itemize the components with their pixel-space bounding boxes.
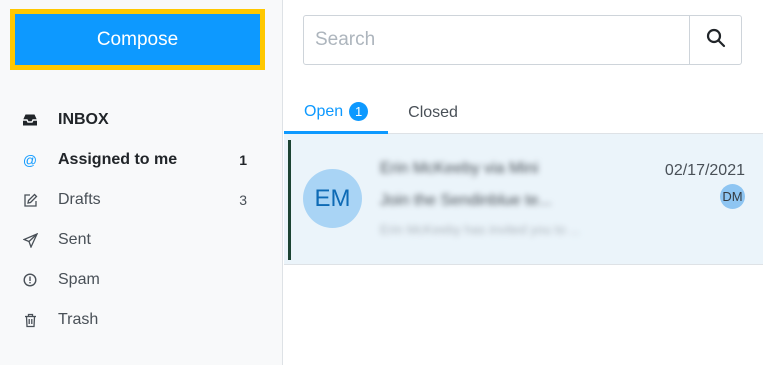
sidebar-item-label: Trash: [58, 311, 99, 328]
tab-count-badge: 1: [349, 102, 369, 121]
sidebar-item-label: INBOX: [58, 111, 109, 128]
tab-label: Open: [304, 102, 344, 120]
selection-indicator: [288, 140, 291, 260]
sidebar-item-drafts[interactable]: Drafts 3: [0, 180, 283, 220]
at-icon: @: [22, 152, 38, 168]
assignee-avatar: DM: [720, 184, 745, 209]
conversation-preview: Erin McKeeby has invited you to ...: [380, 222, 581, 237]
sidebar-item-label: Drafts: [58, 191, 101, 208]
sidebar-item-label: Assigned to me: [58, 151, 178, 168]
sidebar-item-trash[interactable]: Trash: [0, 300, 283, 340]
conversation-item[interactable]: EM Erin McKeeby via Mini Join the Sendin…: [284, 134, 763, 265]
tab-closed[interactable]: Closed: [388, 92, 458, 134]
compose-button[interactable]: Compose: [15, 14, 260, 65]
avatar: EM: [303, 169, 362, 228]
folder-nav: INBOX @ Assigned to me 1 Drafts 3 Sent S…: [0, 100, 283, 340]
send-icon: [22, 232, 38, 248]
status-tabs: Open 1 Closed: [284, 92, 763, 134]
sidebar-item-inbox[interactable]: INBOX: [0, 100, 283, 140]
sidebar-item-count: 3: [239, 192, 247, 208]
conversation-sender: Erin McKeeby via Mini: [380, 160, 539, 177]
tab-open[interactable]: Open 1: [284, 92, 389, 134]
search-bar: [303, 15, 742, 65]
sidebar-item-sent[interactable]: Sent: [0, 220, 283, 260]
sidebar-item-label: Spam: [58, 271, 100, 288]
search-input[interactable]: [304, 16, 689, 64]
inbox-icon: [22, 112, 38, 128]
conversation-date: 02/17/2021: [664, 162, 745, 179]
sidebar-item-spam[interactable]: Spam: [0, 260, 283, 300]
alert-icon: [22, 272, 38, 288]
conversation-list-panel: Open 1 Closed EM Erin McKeeby via Mini J…: [284, 0, 763, 365]
search-button[interactable]: [689, 16, 741, 64]
edit-icon: [22, 192, 38, 208]
sidebar-item-label: Sent: [58, 231, 91, 248]
trash-icon: [22, 312, 38, 328]
sidebar: Compose INBOX @ Assigned to me 1 Drafts …: [0, 0, 283, 365]
compose-highlight: Compose: [10, 9, 265, 70]
conversation-subject: Join the Sendinblue te...: [380, 192, 552, 209]
tab-label: Closed: [408, 104, 458, 121]
sidebar-item-count: 1: [239, 152, 247, 168]
sidebar-item-assigned[interactable]: @ Assigned to me 1: [0, 140, 283, 180]
search-icon: [706, 28, 726, 53]
